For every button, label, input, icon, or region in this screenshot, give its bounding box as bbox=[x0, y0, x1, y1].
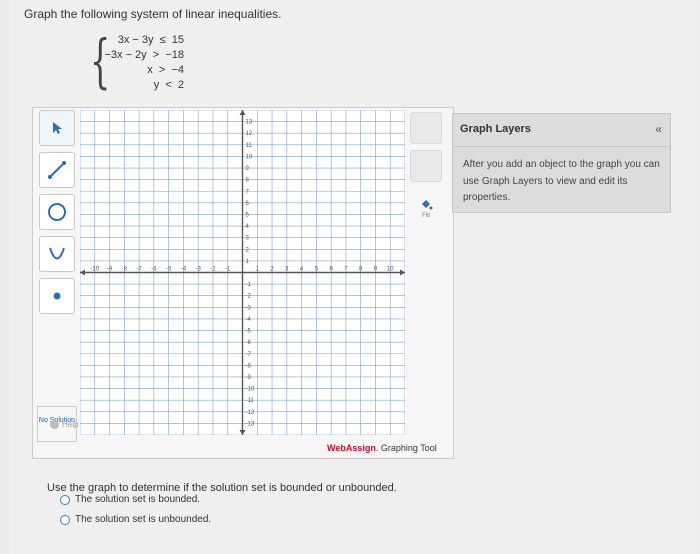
y-tick-label: -1 bbox=[246, 282, 252, 288]
x-tick-label: -6 bbox=[151, 267, 157, 273]
x-tick-label: -9 bbox=[107, 267, 113, 273]
parabola-tool-button[interactable] bbox=[39, 236, 75, 272]
x-tick-label: -4 bbox=[181, 267, 187, 273]
webassign-logo-text: WebAssign bbox=[327, 443, 376, 453]
y-tick-label: -10 bbox=[246, 387, 255, 393]
y-tick-label: -3 bbox=[246, 305, 252, 311]
x-tick-label: -5 bbox=[166, 267, 172, 273]
y-tick-label: -5 bbox=[246, 329, 252, 335]
option-bounded-label: The solution set is bounded. bbox=[75, 494, 201, 505]
help-icon bbox=[50, 420, 59, 429]
layers-divider bbox=[453, 146, 670, 147]
y-tick-label: -13 bbox=[246, 421, 255, 427]
collapse-layers-button[interactable]: « bbox=[655, 122, 662, 136]
help-label: Help bbox=[62, 420, 79, 429]
inequality-system: { 3x − 3y ≤ 15 −3x − 2y > −18 x > −4 y <… bbox=[90, 30, 200, 96]
radio-bounded[interactable] bbox=[60, 494, 70, 505]
bounded-question: Use the graph to determine if the soluti… bbox=[47, 482, 397, 494]
x-tick-label: -10 bbox=[90, 267, 99, 273]
y-tick-label: -4 bbox=[246, 317, 252, 323]
line-icon bbox=[48, 161, 66, 179]
y-tick-label: -9 bbox=[246, 375, 252, 381]
x-tick-label: -7 bbox=[136, 267, 142, 273]
prompt-text: Graph the following system of linear ine… bbox=[24, 7, 282, 21]
graph-layers-description: After you add an object to the graph you… bbox=[463, 159, 660, 203]
option-unbounded[interactable]: The solution set is unbounded. bbox=[60, 514, 211, 525]
y-tick-label: -7 bbox=[246, 352, 252, 358]
x-tick-label: -3 bbox=[196, 267, 202, 273]
line-tool-button[interactable] bbox=[39, 152, 75, 188]
x-tick-label: -1 bbox=[225, 267, 231, 273]
inequality-3: x > −4 bbox=[147, 64, 184, 76]
radio-unbounded[interactable] bbox=[60, 514, 70, 525]
x-tick-label: -8 bbox=[122, 267, 128, 273]
y-tick-label: -2 bbox=[246, 294, 252, 300]
fill-bucket-icon bbox=[422, 200, 433, 210]
coordinate-graph[interactable]: -10 -9 -8 -7 -6 -5 -4 -3 -2 -1 1 2 3 4 5 6 7 8 9 10 1312111… bbox=[80, 110, 405, 435]
y-tick-label: -8 bbox=[246, 363, 252, 369]
point-tool-button[interactable] bbox=[39, 278, 75, 314]
parabola-icon bbox=[49, 247, 65, 260]
graph-layers-panel: Graph Layers « After you add an object t… bbox=[452, 113, 671, 213]
point-icon bbox=[53, 292, 61, 300]
graphing-tool-label: . Graphing Tool bbox=[375, 443, 437, 453]
x-tick-label: -2 bbox=[210, 267, 216, 273]
pointer-tool-button[interactable] bbox=[39, 110, 75, 146]
y-tick-label: 13 bbox=[246, 120, 253, 126]
fill-label: Fill bbox=[422, 213, 430, 219]
graph-side-tools: Fill bbox=[408, 110, 444, 230]
inequality-4: y < 2 bbox=[153, 79, 184, 91]
circle-icon bbox=[48, 203, 66, 221]
tool-toolbar: No Solution bbox=[34, 108, 80, 442]
trash-tool-button[interactable] bbox=[410, 150, 442, 182]
help-link[interactable]: Help bbox=[50, 420, 78, 429]
delete-tool-button[interactable] bbox=[410, 112, 442, 144]
option-unbounded-label: The solution set is unbounded. bbox=[75, 514, 212, 525]
graph-layers-title: Graph Layers bbox=[460, 123, 531, 135]
pointer-icon bbox=[53, 122, 62, 134]
y-tick-label: -11 bbox=[246, 398, 255, 404]
circle-tool-button[interactable] bbox=[39, 194, 75, 230]
option-bounded[interactable]: The solution set is bounded. bbox=[60, 494, 200, 505]
y-tick-label: 12 bbox=[246, 131, 253, 137]
y-tick-label: 10 bbox=[246, 154, 253, 160]
webassign-branding: WebAssign. Graphing Tool bbox=[327, 443, 437, 453]
inequality-1: 3x − 3y ≤ 15 bbox=[117, 34, 184, 46]
inequality-2: −3x − 2y > −18 bbox=[104, 49, 184, 61]
y-tick-label: -6 bbox=[246, 340, 252, 346]
fill-button[interactable]: Fill bbox=[410, 192, 442, 224]
y-tick-label: 11 bbox=[246, 143, 253, 149]
x-tick-label: 10 bbox=[387, 267, 394, 273]
y-tick-label: -12 bbox=[246, 410, 255, 416]
